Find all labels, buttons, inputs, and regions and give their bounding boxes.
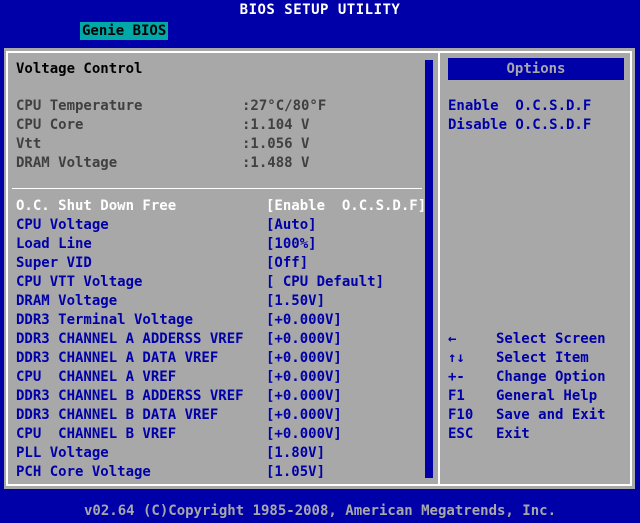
setting-cpu-vtt-voltage-label[interactable]: CPU VTT Voltage — [16, 273, 142, 292]
key-f10: F10 — [448, 407, 474, 423]
ro-label-vtt: Vtt — [16, 136, 42, 152]
help-exit: Exit — [496, 426, 530, 442]
ro-label-cpu-temperature: CPU Temperature — [16, 98, 143, 114]
panel-divider — [438, 51, 440, 486]
setting-ddr3-ch-a-address-vref-value[interactable]: [+0.000V] — [266, 330, 342, 349]
ro-value-dram-voltage: :1.488 V — [242, 155, 310, 171]
arrow-updown-icon: ↑↓ — [448, 350, 465, 366]
key-f1: F1 — [448, 388, 465, 404]
help-select-item: Select Item — [496, 350, 589, 366]
setting-dram-voltage-value[interactable]: [1.50V] — [266, 292, 325, 311]
setting-ddr3-terminal-voltage-value[interactable]: [+0.000V] — [266, 311, 342, 330]
setting-cpu-ch-a-vref-label[interactable]: CPU CHANNEL A VREF — [16, 368, 176, 387]
section-title: Voltage Control — [16, 61, 143, 77]
setting-oc-shut-down-free-value[interactable]: [Enable O.C.S.D.F] — [266, 197, 426, 216]
help-save-and-exit: Save and Exit — [496, 407, 606, 423]
triangle-up-icon[interactable]: ▲ — [421, 61, 435, 75]
setting-super-vid-label[interactable]: Super VID — [16, 254, 92, 273]
option-disable[interactable]: Disable O.C.S.D.F — [448, 116, 591, 135]
setting-pll-voltage-value[interactable]: [1.80V] — [266, 444, 325, 463]
scrollbar[interactable] — [425, 60, 433, 478]
setting-cpu-voltage-value[interactable]: [Auto] — [266, 216, 317, 235]
setting-cpu-ch-a-vref-value[interactable]: [+0.000V] — [266, 368, 342, 387]
setting-ddr3-ch-a-data-vref-label[interactable]: DDR3 CHANNEL A DATA VREF — [16, 349, 218, 368]
setting-load-line-value[interactable]: [100%] — [266, 235, 317, 254]
tab-genie-bios[interactable]: Genie BIOS — [80, 22, 169, 40]
setting-oc-shut-down-free-label[interactable]: O.C. Shut Down Free — [16, 197, 176, 216]
setting-pch-core-voltage-label[interactable]: PCH Core Voltage — [16, 463, 151, 482]
option-enable[interactable]: Enable O.C.S.D.F — [448, 97, 591, 116]
setting-load-line-label[interactable]: Load Line — [16, 235, 92, 254]
ro-value-cpu-core: :1.104 V — [242, 117, 310, 133]
ro-label-dram-voltage: DRAM Voltage — [16, 155, 118, 171]
setting-ddr3-ch-a-data-vref-value[interactable]: [+0.000V] — [266, 349, 342, 368]
setting-dram-voltage-label[interactable]: DRAM Voltage — [16, 292, 117, 311]
key-esc: ESC — [448, 426, 474, 442]
ro-value-vtt: :1.056 V — [242, 136, 310, 152]
setting-cpu-ch-b-vref-label[interactable]: CPU CHANNEL B VREF — [16, 425, 176, 444]
help-select-screen: Select Screen — [496, 331, 606, 347]
window-title: BIOS SETUP UTILITY — [0, 0, 640, 21]
arrow-left-icon: ← — [448, 331, 457, 347]
setting-pch-core-voltage-value[interactable]: [1.05V] — [266, 463, 325, 482]
ro-label-cpu-core: CPU Core — [16, 117, 84, 133]
triangle-down-icon[interactable]: ▼ — [421, 464, 435, 478]
help-change-option: Change Option — [496, 369, 606, 385]
separator — [12, 188, 422, 189]
setting-pll-voltage-label[interactable]: PLL Voltage — [16, 444, 109, 463]
plus-minus-icon: +- — [448, 369, 465, 385]
setting-cpu-ch-b-vref-value[interactable]: [+0.000V] — [266, 425, 342, 444]
setting-cpu-voltage-label[interactable]: CPU Voltage — [16, 216, 109, 235]
setting-ddr3-ch-b-address-vref-value[interactable]: [+0.000V] — [266, 387, 342, 406]
setting-ddr3-ch-b-data-vref-label[interactable]: DDR3 CHANNEL B DATA VREF — [16, 406, 218, 425]
help-general-help: General Help — [496, 388, 598, 404]
ro-value-cpu-temperature: :27°C/80°F — [242, 98, 327, 114]
setting-super-vid-value[interactable]: [Off] — [266, 254, 308, 273]
setting-ddr3-terminal-voltage-label[interactable]: DDR3 Terminal Voltage — [16, 311, 193, 330]
setting-ddr3-ch-a-address-vref-label[interactable]: DDR3 CHANNEL A ADDERSS VREF — [16, 330, 244, 349]
options-title: Options — [448, 58, 624, 80]
setting-ddr3-ch-b-data-vref-value[interactable]: [+0.000V] — [266, 406, 342, 425]
setting-ddr3-ch-b-address-vref-label[interactable]: DDR3 CHANNEL B ADDERSS VREF — [16, 387, 244, 406]
setting-cpu-vtt-voltage-value[interactable]: [ CPU Default] — [266, 273, 384, 292]
footer-copyright: v02.64 (C)Copyright 1985-2008, American … — [0, 500, 640, 523]
